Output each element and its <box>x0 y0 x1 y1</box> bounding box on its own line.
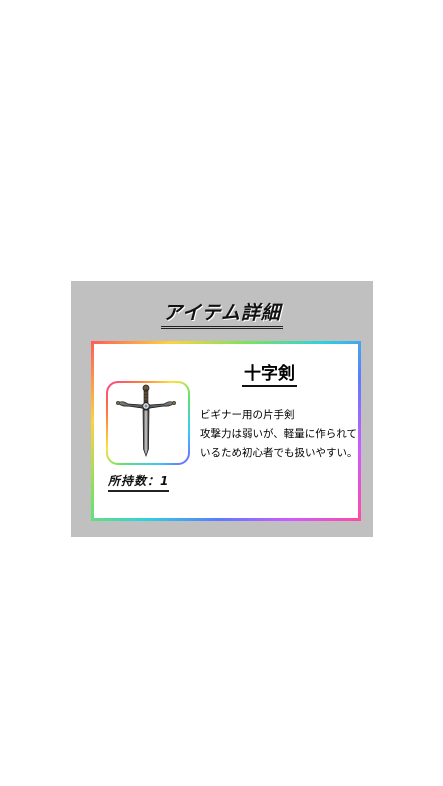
panel-title-text: アイテム詳細 <box>160 298 284 329</box>
panel-title: アイテム詳細 <box>71 298 373 329</box>
item-image-frame <box>106 381 190 465</box>
description-line: ビギナー用の片手剣 <box>200 409 295 421</box>
item-name: 十字剣 <box>242 359 297 387</box>
item-card: 所持数：1 十字剣 ビギナー用の片手剣 攻撃力は弱いが、軽量に作られて いるため… <box>91 341 361 521</box>
item-image <box>108 383 188 463</box>
description-line: 攻撃力は弱いが、軽量に作られて <box>200 428 357 440</box>
description-line: いるため初心者でも扱いやすい。 <box>200 447 358 459</box>
item-detail-panel: アイテム詳細 所持数：1 十字剣 ビギナー用の片手剣 攻撃力は弱いが、軽量に作ら… <box>71 281 373 537</box>
item-description: ビギナー用の片手剣 攻撃力は弱いが、軽量に作られて いるため初心者でも扱いやすい… <box>200 406 360 463</box>
sword-icon <box>115 384 177 458</box>
item-card-body: 所持数：1 十字剣 ビギナー用の片手剣 攻撃力は弱いが、軽量に作られて いるため… <box>94 344 358 518</box>
item-count: 所持数：1 <box>108 472 170 492</box>
